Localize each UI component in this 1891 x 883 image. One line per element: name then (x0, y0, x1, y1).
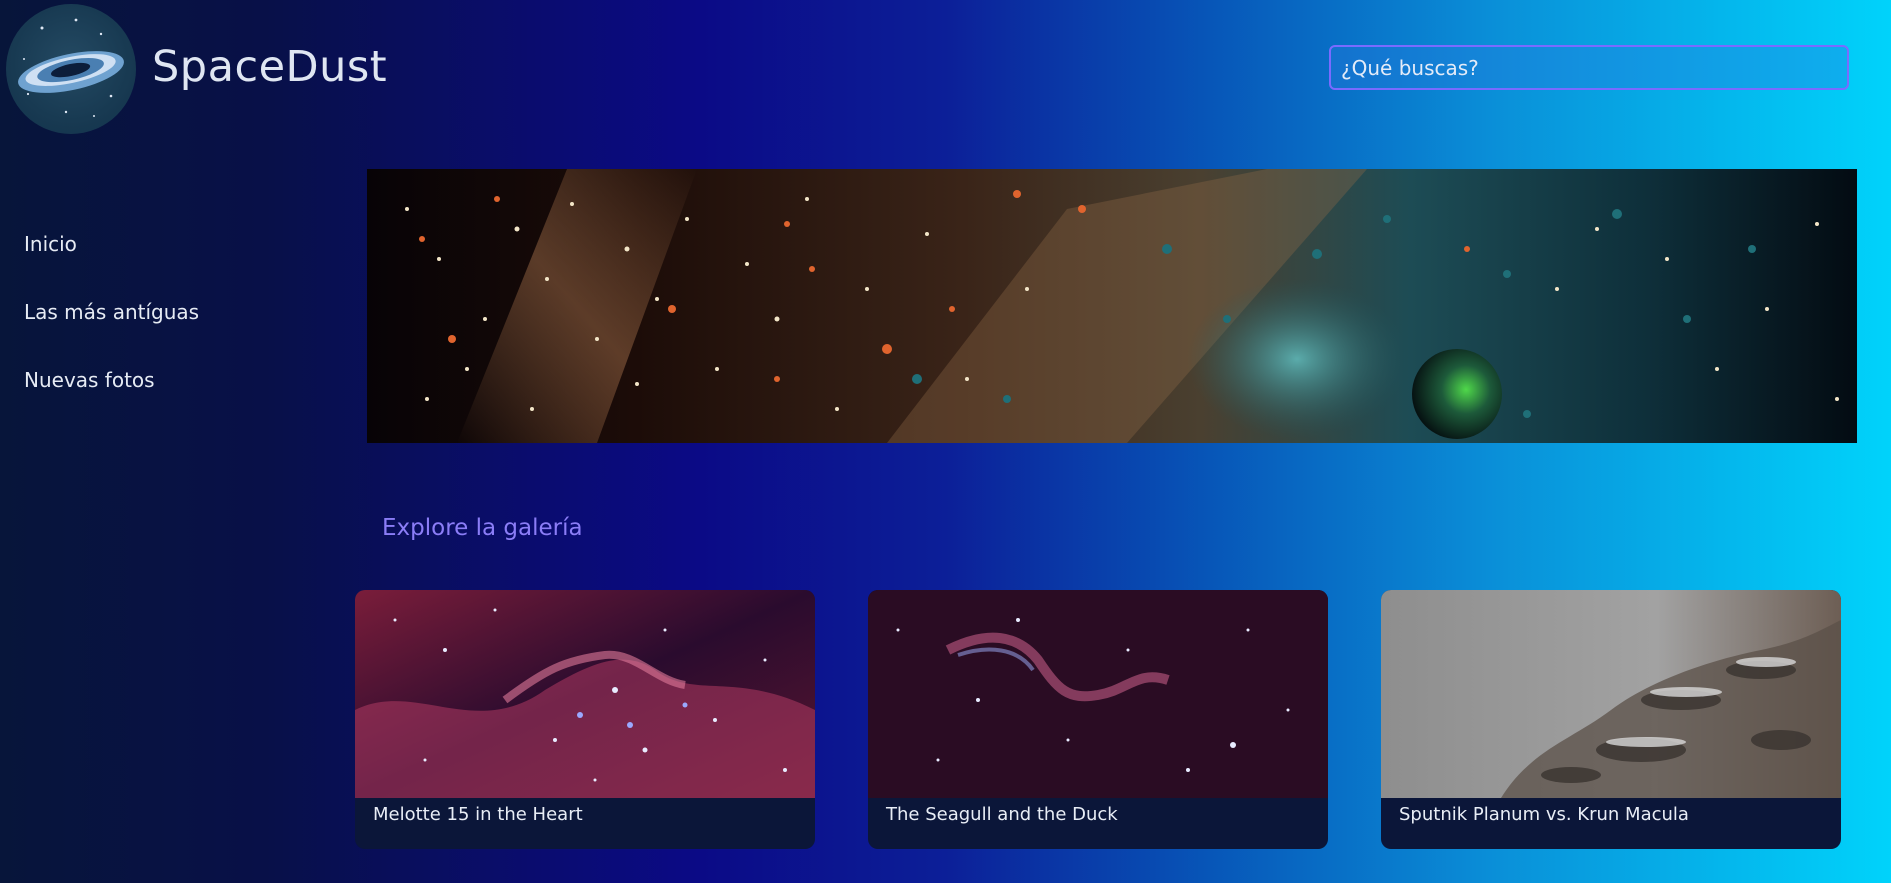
card-title: The Seagull and the Duck (886, 804, 1118, 825)
sidebar-nav: Inicio Las más antíguas Nuevas fotos (24, 232, 199, 436)
nav-item-mas-antiguas[interactable]: Las más antíguas (24, 300, 199, 368)
nav-item-inicio[interactable]: Inicio (24, 232, 199, 300)
search-input[interactable] (1329, 45, 1849, 90)
gallery-title: Explore la galería (382, 515, 583, 541)
space-banner-image (367, 169, 1857, 443)
nebula-image (868, 590, 1328, 798)
nebula-image (355, 590, 815, 798)
gallery-card-seagull[interactable]: The Seagull and the Duck (868, 590, 1328, 849)
planet-surface-image (1381, 590, 1841, 798)
card-title: Sputnik Planum vs. Krun Macula (1399, 804, 1689, 825)
gallery-card-melotte[interactable]: Melotte 15 in the Heart (355, 590, 815, 849)
gallery-card-sputnik[interactable]: Sputnik Planum vs. Krun Macula (1381, 590, 1841, 849)
card-title: Melotte 15 in the Heart (373, 804, 583, 825)
galaxy-logo-graphic (18, 18, 124, 117)
brand-name[interactable]: SpaceDust (152, 42, 387, 92)
nav-item-nuevas-fotos[interactable]: Nuevas fotos (24, 368, 199, 436)
galaxy-logo-icon[interactable] (6, 4, 136, 134)
